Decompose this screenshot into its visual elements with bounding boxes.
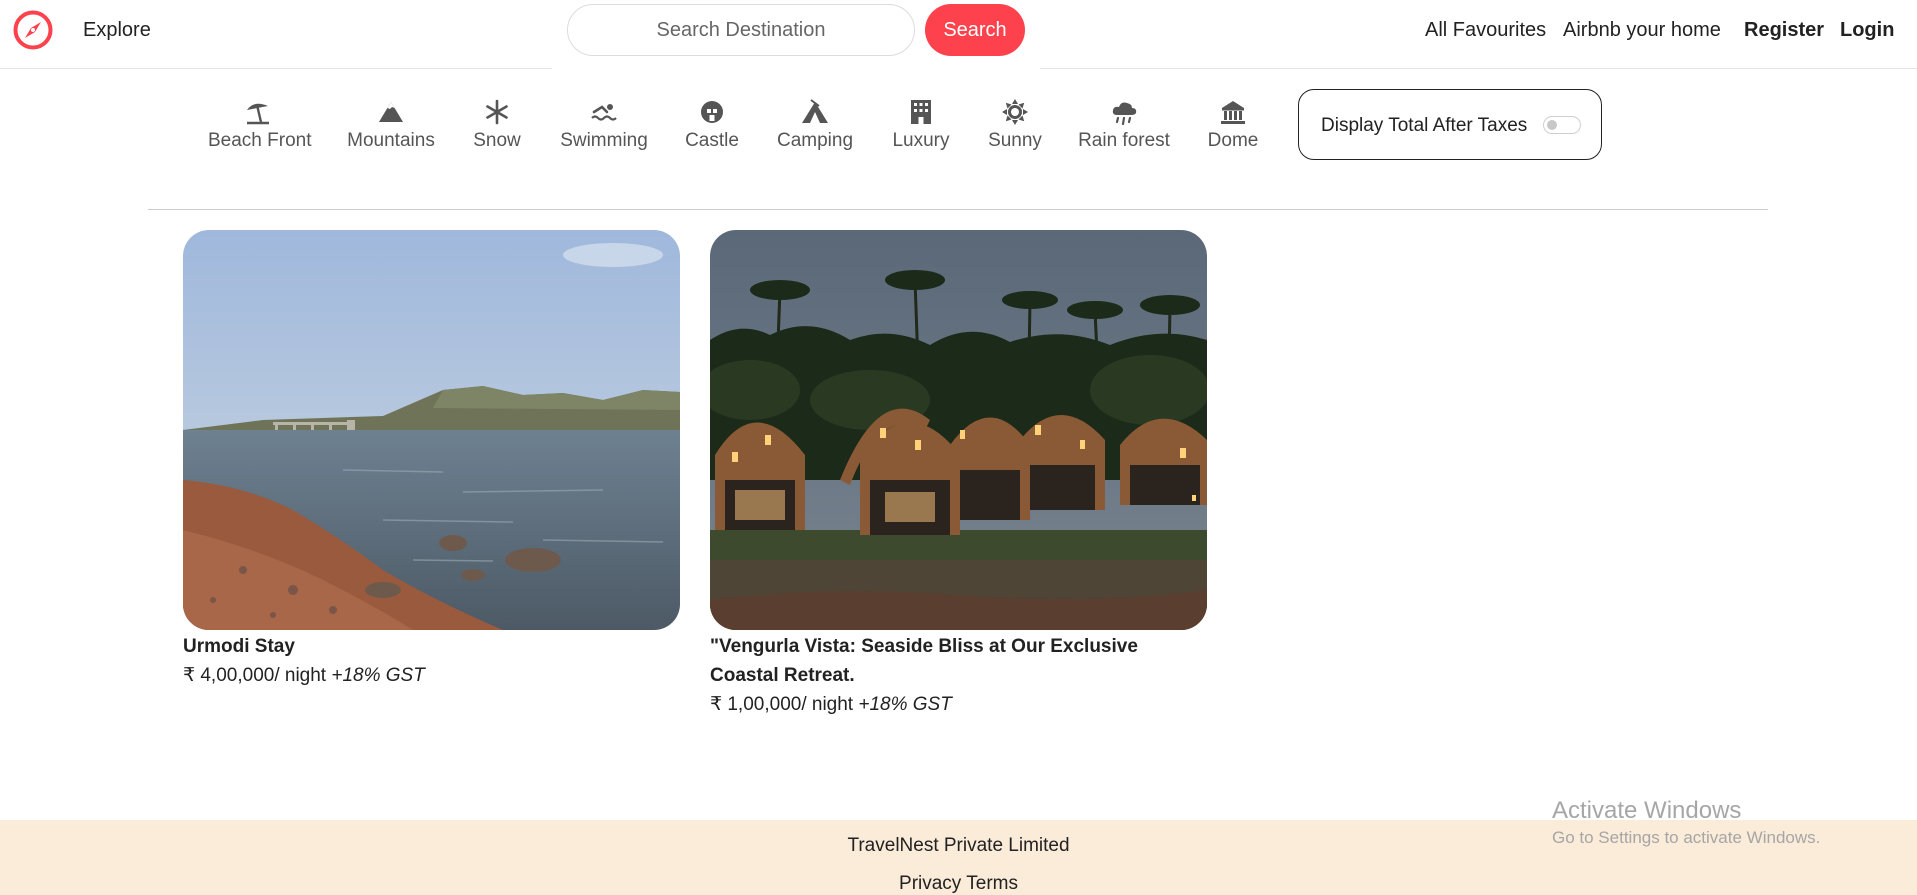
gst-note: +18% GST: [858, 694, 952, 715]
umbrella-beach-icon: [247, 103, 269, 125]
price-amount: ₹ 4,00,000/ night: [183, 665, 332, 686]
filter-label: Beach Front: [208, 130, 312, 151]
search-input[interactable]: [567, 4, 915, 56]
tax-toggle-label: Display Total After Taxes: [1321, 115, 1528, 136]
filter-label: Camping: [776, 130, 854, 151]
watermark-subtitle: Go to Settings to activate Windows.: [1552, 828, 1821, 847]
all-favourites-link[interactable]: All Favourites: [1425, 19, 1546, 42]
filter-dome[interactable]: Dome: [1204, 98, 1262, 152]
filter-swimming[interactable]: Swimming: [558, 98, 650, 152]
person-swimming-icon: [591, 104, 617, 121]
hotel-building-icon: [911, 100, 931, 124]
listing-price: ₹ 4,00,000/ night +18% GST: [183, 661, 680, 691]
search-button[interactable]: Search: [925, 4, 1025, 56]
footer-links: Privacy Terms: [0, 873, 1917, 895]
airbnb-your-home-link[interactable]: Airbnb your home: [1563, 19, 1721, 42]
tax-toggle-box: Display Total After Taxes: [1298, 89, 1602, 160]
filter-castle[interactable]: Castle: [684, 98, 740, 152]
filter-mountains[interactable]: Mountains: [344, 98, 438, 152]
filter-sunny[interactable]: Sunny: [986, 98, 1044, 152]
navbar: Explore Search All Favourites Airbnb you…: [0, 0, 1917, 72]
gst-note: +18% GST: [331, 665, 425, 686]
filter-snow[interactable]: Snow: [472, 98, 522, 152]
listing-title: Urmodi Stay: [183, 636, 295, 657]
toggle-knob: [1547, 120, 1557, 130]
cloud-rain-icon: [1112, 102, 1137, 126]
filter-luxury[interactable]: Luxury: [890, 98, 952, 152]
fort-icon: [701, 101, 723, 123]
compass-icon[interactable]: [13, 10, 53, 50]
sun-icon: [1002, 99, 1028, 125]
filter-rain-forest[interactable]: Rain forest: [1076, 98, 1172, 152]
login-link[interactable]: Login: [1840, 19, 1894, 42]
activate-windows-watermark: Activate Windows Go to Settings to activ…: [1552, 797, 1820, 848]
filter-camping[interactable]: Camping: [774, 98, 856, 152]
filter-label: Sunny: [988, 130, 1042, 151]
mountain-icon: [379, 102, 403, 122]
beach-cottages-night-photo: [710, 230, 1207, 630]
filter-label: Luxury: [892, 130, 950, 151]
listing-price: ₹ 1,00,000/ night +18% GST: [710, 690, 1207, 720]
filters-divider: [148, 209, 1768, 210]
terms-link[interactable]: Terms: [966, 873, 1018, 894]
filter-beach-front[interactable]: Beach Front: [208, 98, 312, 152]
listing-card[interactable]: Urmodi Stay ₹ 4,00,000/ night +18% GST: [183, 230, 680, 691]
campground-icon: [802, 99, 828, 123]
filter-label: Rain forest: [1078, 130, 1170, 151]
filter-label: Snow: [473, 130, 521, 151]
lake-shore-photo: [183, 230, 680, 630]
snowflake-icon: [486, 99, 508, 125]
listing-title: "Vengurla Vista: Seaside Bliss at Our Ex…: [710, 636, 1138, 686]
price-amount: ₹ 1,00,000/ night: [710, 694, 859, 715]
dome-building-icon: [1221, 101, 1245, 124]
watermark-title: Activate Windows: [1552, 797, 1742, 824]
tax-toggle-switch[interactable]: [1543, 116, 1581, 134]
filter-label: Mountains: [347, 130, 435, 151]
filter-label: Dome: [1207, 130, 1259, 151]
privacy-link[interactable]: Privacy: [899, 873, 961, 894]
filter-label: Castle: [685, 130, 739, 151]
register-link[interactable]: Register: [1744, 19, 1824, 42]
explore-link[interactable]: Explore: [83, 19, 151, 42]
listing-card[interactable]: "Vengurla Vista: Seaside Bliss at Our Ex…: [710, 230, 1207, 720]
filter-label: Swimming: [560, 130, 648, 151]
